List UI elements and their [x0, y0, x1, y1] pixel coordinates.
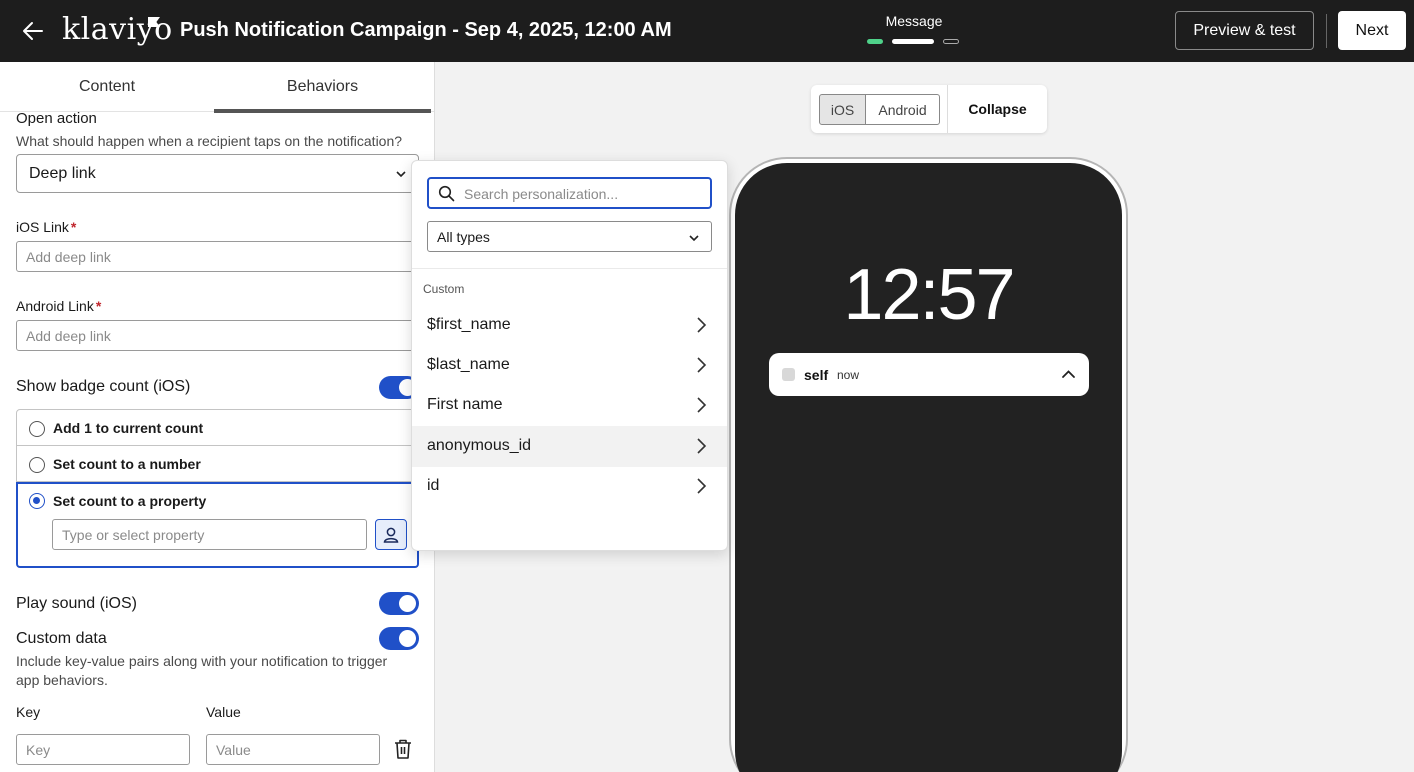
ios-link-input[interactable]: Add deep link — [16, 241, 419, 272]
required-marker: * — [70, 219, 77, 235]
search-placeholder: Search personalization... — [464, 186, 619, 202]
required-marker: * — [95, 298, 102, 314]
personalization-popover: Search personalization... All types Cust… — [411, 160, 728, 551]
item-label: id — [427, 477, 440, 494]
progress-steps: Message — [862, 13, 966, 44]
value-input[interactable]: Value — [206, 734, 380, 765]
open-action-select[interactable]: Deep link — [16, 154, 419, 193]
badge-option-set-number[interactable]: Set count to a number — [16, 445, 419, 482]
step-indicator — [867, 39, 961, 45]
badge-count-label: Show badge count (iOS) — [16, 378, 191, 395]
badge-option-label: Add 1 to current count — [53, 420, 204, 436]
chevron-down-icon — [689, 235, 699, 242]
chevron-down-icon — [396, 171, 406, 178]
play-sound-label: Play sound (iOS) — [16, 595, 137, 612]
personalization-item[interactable]: First name — [412, 385, 727, 426]
platform-ios-button[interactable]: iOS — [819, 94, 866, 125]
custom-data-label: Custom data — [16, 630, 107, 647]
type-filter-select[interactable]: All types — [427, 221, 712, 252]
ios-link-label: iOS Link * — [16, 219, 77, 235]
personalization-item[interactable]: $last_name — [412, 345, 727, 386]
property-input[interactable]: Type or select property — [52, 519, 367, 550]
toggle-knob — [399, 595, 416, 612]
chevron-right-icon — [697, 397, 707, 413]
tab-behaviors[interactable]: Behaviors — [214, 62, 431, 112]
item-label: First name — [427, 396, 503, 413]
notification-preview: self now — [769, 353, 1089, 396]
platform-switcher: iOS Android Collapse — [811, 85, 1047, 133]
chevron-right-icon — [697, 478, 707, 494]
trash-icon[interactable] — [393, 738, 413, 760]
badge-option-label: Set count to a number — [53, 456, 201, 472]
lockscreen-clock: 12:57 — [843, 255, 1015, 335]
chevron-right-icon — [697, 357, 707, 373]
panel-tabs: Content Behaviors — [0, 62, 434, 113]
preview-test-button[interactable]: Preview & test — [1175, 11, 1314, 50]
badge-options: Add 1 to current count Set count to a nu… — [16, 409, 419, 568]
item-label: $last_name — [427, 356, 510, 373]
app-icon — [782, 368, 795, 381]
badge-option-set-property[interactable]: Set count to a property Type or select p… — [16, 482, 419, 568]
android-link-input[interactable]: Add deep link — [16, 320, 419, 351]
item-label: anonymous_id — [427, 437, 532, 454]
campaign-title: Push Notification Campaign - Sep 4, 2025… — [180, 19, 672, 41]
personalization-search-input[interactable]: Search personalization... — [427, 177, 712, 209]
top-bar: klaviyo Push Notification Campaign - Sep… — [0, 0, 1414, 62]
toolbar-divider — [1326, 14, 1327, 48]
item-label: $first_name — [427, 316, 511, 333]
personalization-item[interactable]: $first_name — [412, 305, 727, 346]
popover-divider — [412, 268, 727, 269]
play-sound-toggle[interactable] — [379, 592, 419, 615]
badge-option-add-one[interactable]: Add 1 to current count — [16, 409, 419, 446]
category-heading: Custom — [423, 282, 465, 296]
chevron-right-icon — [697, 438, 707, 454]
type-filter-value: All types — [437, 228, 490, 245]
notification-time: now — [837, 368, 860, 382]
tab-content[interactable]: Content — [0, 62, 214, 112]
active-tab-indicator — [214, 109, 431, 113]
platform-android-button[interactable]: Android — [865, 94, 940, 125]
settings-panel: Content Behaviors Open action What shoul… — [0, 62, 435, 772]
radio-button[interactable] — [29, 457, 45, 473]
chevron-up-icon[interactable] — [1061, 367, 1076, 382]
open-action-help: What should happen when a recipient taps… — [16, 133, 403, 149]
open-action-value: Deep link — [29, 164, 96, 182]
personalization-item[interactable]: id — [412, 466, 727, 507]
back-arrow-icon[interactable] — [20, 18, 46, 44]
badge-option-label: Set count to a property — [53, 493, 207, 509]
step-3-indicator — [943, 39, 959, 44]
custom-data-toggle[interactable] — [379, 627, 419, 650]
custom-data-help-cont: app behaviors. — [16, 672, 108, 688]
notification-sender: self — [804, 367, 829, 383]
step-2-indicator — [892, 39, 934, 44]
personalization-item-highlighted[interactable]: anonymous_id — [412, 426, 727, 467]
custom-data-help: Include key-value pairs along with your … — [16, 653, 388, 669]
key-input[interactable]: Key — [16, 734, 190, 765]
android-link-label: Android Link * — [16, 298, 102, 314]
value-label: Value — [206, 704, 241, 720]
toggle-knob — [399, 630, 416, 647]
chevron-right-icon — [697, 317, 707, 333]
personalization-button[interactable] — [375, 519, 407, 550]
search-icon — [438, 185, 455, 202]
key-label: Key — [16, 704, 41, 720]
radio-button[interactable] — [29, 421, 45, 437]
person-icon — [383, 527, 399, 543]
step-1-indicator — [867, 39, 883, 44]
collapse-button[interactable]: Collapse — [948, 85, 1047, 133]
radio-button-selected[interactable] — [29, 493, 45, 509]
next-button[interactable]: Next — [1338, 11, 1406, 50]
step-label: Message — [885, 13, 943, 29]
open-action-label: Open action — [16, 110, 97, 127]
